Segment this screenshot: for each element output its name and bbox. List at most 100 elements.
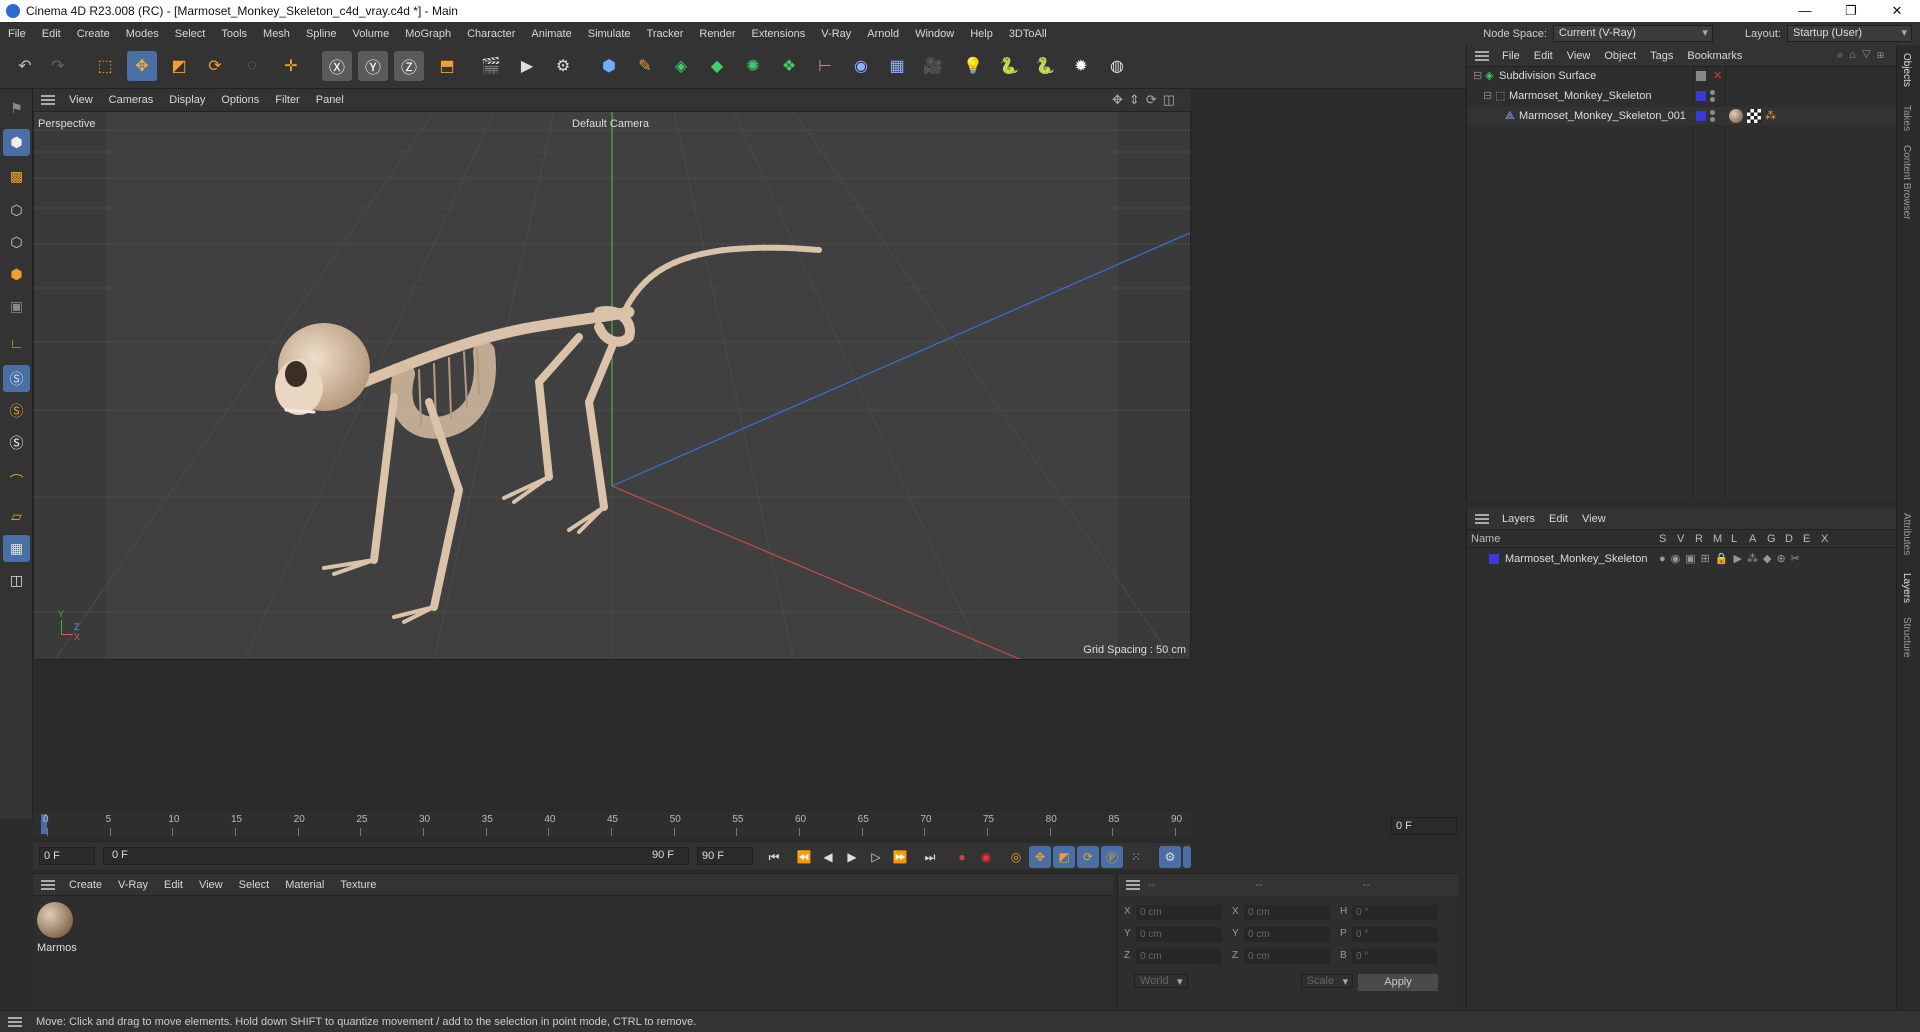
layer-col-l[interactable]: L	[1731, 533, 1737, 545]
timeline-settings-icon[interactable]: ⚙	[1159, 846, 1181, 868]
layer-col-m[interactable]: M	[1713, 533, 1722, 545]
vray-tag-icon[interactable]: ⁂	[1765, 107, 1776, 125]
key-rotation-icon[interactable]: ⟳	[1077, 846, 1099, 868]
snap-icon[interactable]: Ⓢ	[3, 365, 30, 392]
tree-collapse-icon[interactable]: ⊟	[1483, 87, 1492, 105]
viewport-menu-icon[interactable]	[41, 95, 55, 105]
layer-row[interactable]: Marmoset_Monkey_Skeleton ●◉▣⊞🔒▶⁂◆⊕✂	[1467, 550, 1897, 568]
tree-collapse-icon[interactable]: ⊟	[1473, 67, 1482, 85]
object-manager-menu-icon[interactable]	[1475, 50, 1489, 61]
menu-mograph[interactable]: MoGraph	[397, 28, 459, 40]
material-menu-create[interactable]: Create	[61, 879, 110, 891]
menu-modes[interactable]: Modes	[118, 28, 167, 40]
object-manager-search-icons[interactable]: ⌕⌂▽⊞	[1837, 49, 1896, 62]
uv-mode-icon[interactable]: ▣	[3, 293, 30, 320]
solo-icon[interactable]: ◫	[3, 567, 30, 594]
end-frame-field[interactable]: 90 F	[697, 847, 753, 865]
size-mode-select[interactable]: Scale	[1300, 974, 1354, 988]
field-icon[interactable]: ◉	[846, 51, 876, 81]
go-to-start-icon[interactable]: ⏮	[763, 846, 785, 868]
plane-icon[interactable]: ▱	[3, 503, 30, 530]
object-menu-tags[interactable]: Tags	[1643, 50, 1680, 62]
recent-tool-icon[interactable]: ◌	[237, 51, 267, 81]
subdivision-surface-icon[interactable]: ◈	[666, 51, 696, 81]
object-menu-edit[interactable]: Edit	[1527, 50, 1560, 62]
menu-spline[interactable]: Spline	[298, 28, 345, 40]
move-tool-icon[interactable]: ✥	[127, 51, 157, 81]
maximize-button[interactable]: ❐	[1828, 0, 1874, 22]
layer-col-s[interactable]: S	[1659, 533, 1666, 545]
material-menu-select[interactable]: Select	[231, 879, 278, 891]
menu-vray[interactable]: V-Ray	[813, 28, 859, 40]
size-y-field[interactable]: 0 cm	[1244, 927, 1330, 942]
size-x-field[interactable]: 0 cm	[1244, 905, 1330, 920]
layer-color-swatch[interactable]	[1696, 111, 1706, 121]
rot-b-field[interactable]: 0 °	[1352, 949, 1438, 964]
material-menu-vray[interactable]: V-Ray	[110, 879, 156, 891]
light-icon[interactable]: 💡	[958, 51, 988, 81]
close-button[interactable]: ✕	[1874, 0, 1920, 22]
frame-range-slider[interactable]: 0 F 90 F	[103, 847, 689, 865]
cube-object-icon[interactable]: ⬢	[594, 51, 624, 81]
viewport-menu-filter[interactable]: Filter	[267, 94, 307, 106]
menu-extensions[interactable]: Extensions	[743, 28, 813, 40]
y-axis-lock-icon[interactable]: Ⓨ	[358, 51, 388, 81]
material-menu-view[interactable]: View	[191, 879, 231, 891]
rotate-tool-icon[interactable]: ⟳	[200, 51, 230, 81]
enable-checkbox[interactable]	[1696, 71, 1706, 81]
object-row-skeleton[interactable]: ⊟ ⬚ Marmoset_Monkey_Skeleton	[1467, 87, 1897, 105]
object-menu-bookmarks[interactable]: Bookmarks	[1680, 50, 1749, 62]
vray-settings-icon[interactable]: ✹	[1066, 51, 1096, 81]
key-parameter-icon[interactable]: Ⓟ	[1101, 846, 1123, 868]
menu-tools[interactable]: Tools	[213, 28, 255, 40]
menu-mesh[interactable]: Mesh	[255, 28, 298, 40]
coordinate-system-icon[interactable]: ⬒	[432, 51, 462, 81]
viewport-menu-view[interactable]: View	[61, 94, 101, 106]
material-swatch[interactable]: Marmos	[35, 902, 77, 958]
object-menu-object[interactable]: Object	[1597, 50, 1643, 62]
tab-takes[interactable]: Takes	[1901, 105, 1912, 131]
key-selection-icon[interactable]: ◎	[1005, 846, 1027, 868]
material-menu-material[interactable]: Material	[277, 879, 332, 891]
render-to-picture-viewer-icon[interactable]: ▶	[512, 51, 542, 81]
layer-col-d[interactable]: D	[1785, 533, 1793, 545]
transform-tool-icon[interactable]: ✛	[276, 51, 306, 81]
record-icon[interactable]: ●	[951, 846, 973, 868]
uvw-tag-icon[interactable]	[1747, 109, 1761, 123]
x-axis-lock-icon[interactable]: Ⓧ	[322, 51, 352, 81]
previous-key-icon[interactable]: ⏪	[793, 846, 815, 868]
layer-menu-edit[interactable]: Edit	[1542, 513, 1575, 525]
3d-viewport[interactable]: Perspective Default Camera Grid Spacing …	[33, 111, 1191, 660]
auto-keying-icon[interactable]: ◉	[975, 846, 997, 868]
pos-x-field[interactable]: 0 cm	[1136, 905, 1222, 920]
current-frame-field[interactable]: 0 F	[1391, 817, 1457, 835]
visibility-x-icon[interactable]: ✕	[1713, 67, 1722, 85]
object-menu-file[interactable]: File	[1495, 50, 1527, 62]
key-scale-icon[interactable]: ◩	[1053, 846, 1075, 868]
python-icon[interactable]: 🐍	[994, 51, 1024, 81]
layer-col-e[interactable]: E	[1803, 533, 1810, 545]
layer-col-g[interactable]: G	[1767, 533, 1776, 545]
tab-content-browser[interactable]: Content Browser	[1901, 145, 1912, 219]
viewport-menu-cameras[interactable]: Cameras	[101, 94, 162, 106]
tab-structure[interactable]: Structure	[1901, 617, 1912, 658]
quantize-icon[interactable]: Ⓢ	[3, 429, 30, 456]
rot-p-field[interactable]: 0 °	[1352, 927, 1438, 942]
menu-animate[interactable]: Animate	[523, 28, 579, 40]
pos-z-field[interactable]: 0 cm	[1136, 949, 1222, 964]
snap-settings-icon[interactable]: Ⓢ	[3, 397, 30, 424]
coordinates-menu-icon[interactable]	[1126, 880, 1140, 890]
minimize-button[interactable]: —	[1782, 0, 1828, 22]
extrude-icon[interactable]: ◆	[702, 51, 732, 81]
pen-spline-icon[interactable]: ✎	[630, 51, 660, 81]
material-menu-texture[interactable]: Texture	[332, 879, 384, 891]
tab-layers[interactable]: Layers	[1901, 573, 1912, 603]
layer-col-r[interactable]: R	[1695, 533, 1703, 545]
layer-menu-layers[interactable]: Layers	[1495, 513, 1542, 525]
axis-mode-icon[interactable]: ∟	[3, 329, 30, 356]
viewport-navigation-icons[interactable]: ✥⇕⟳◫	[1112, 92, 1181, 108]
menu-create[interactable]: Create	[69, 28, 118, 40]
python-script-icon[interactable]: 🐍	[1030, 51, 1060, 81]
key-pla-icon[interactable]: ⁙	[1125, 846, 1147, 868]
size-z-field[interactable]: 0 cm	[1244, 949, 1330, 964]
